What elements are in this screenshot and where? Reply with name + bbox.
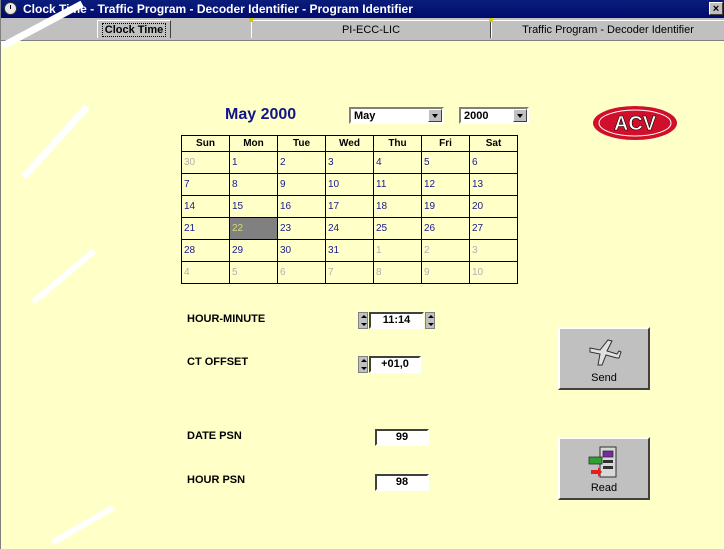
hour-minute-label: HOUR-MINUTE [187,313,266,325]
hour-psn-field[interactable]: 98 [375,474,429,491]
calendar-day[interactable]: 2 [421,239,470,262]
hour-spinner[interactable] [358,312,368,329]
ct-offset-field[interactable]: +01,0 [369,356,421,373]
chevron-down-icon[interactable] [513,109,527,122]
calendar-week-row: 14 15 16 17 18 19 20 [181,195,518,218]
calendar-day[interactable]: 5 [229,261,278,284]
calendar-day[interactable]: 26 [421,217,470,240]
weekday-header: Wed [325,135,374,152]
tab-pi-ecc-lic[interactable]: PI-ECC-LIC [251,20,491,38]
calendar-day[interactable]: 13 [469,173,518,196]
calendar-day[interactable]: 10 [325,173,374,196]
minute-spinner[interactable] [425,312,435,329]
tab-bar: Clock Time PI-ECC-LIC Traffic Program - … [1,18,724,41]
calendar-day[interactable]: 29 [229,239,278,262]
calendar-day[interactable]: 7 [181,173,230,196]
calendar-day[interactable]: 19 [421,195,470,218]
calendar-day[interactable]: 20 [469,195,518,218]
calendar-week-row: 4 5 6 7 8 9 10 [181,261,518,284]
app-window: Clock Time - Traffic Program - Decoder I… [0,0,724,549]
calendar-day[interactable]: 3 [469,239,518,262]
calendar-day[interactable]: 6 [277,261,326,284]
calendar-day[interactable]: 3 [325,151,374,174]
calendar-day[interactable]: 2 [277,151,326,174]
month-select[interactable]: May [349,107,444,124]
title-bar[interactable]: Clock Time - Traffic Program - Decoder I… [1,0,724,18]
calendar-day[interactable]: 4 [373,151,422,174]
calendar-day[interactable]: 1 [373,239,422,262]
calendar-day[interactable]: 16 [277,195,326,218]
calendar-day[interactable]: 8 [229,173,278,196]
calendar-week-row: 30 1 2 3 4 5 6 [181,151,518,174]
calendar-day[interactable]: 25 [373,217,422,240]
tab-traffic-program-label: Traffic Program - Decoder Identifier [522,24,694,36]
weekday-header: Tue [277,135,326,152]
calendar-day[interactable]: 11 [373,173,422,196]
send-button[interactable]: Send [558,327,650,390]
calendar-day[interactable]: 30 [181,151,230,174]
calendar-day[interactable]: 10 [469,261,518,284]
read-button[interactable]: Read [558,437,650,500]
calendar-day[interactable]: 7 [325,261,374,284]
calendar-day[interactable]: 9 [277,173,326,196]
tab-marker [249,18,253,22]
acv-logo: ACV [593,106,677,140]
hour-psn-label: HOUR PSN [187,474,246,486]
calendar-day[interactable]: 23 [277,217,326,240]
weekday-header: Sun [181,135,230,152]
calendar-day[interactable]: 6 [469,151,518,174]
calendar-day[interactable]: 15 [229,195,278,218]
calendar-day[interactable]: 4 [181,261,230,284]
tab-clock-time[interactable]: Clock Time [97,20,171,38]
logo-text: ACV [614,113,657,135]
calendar-day[interactable]: 1 [229,151,278,174]
read-button-label: Read [590,482,618,494]
hour-minute-field[interactable]: 11:14 [369,312,424,329]
chevron-down-icon[interactable] [428,109,442,122]
airplane-icon [589,339,622,366]
tab-pi-ecc-lic-label: PI-ECC-LIC [341,24,401,36]
calendar-month-title: May 2000 [225,106,297,123]
calendar-day[interactable]: 18 [373,195,422,218]
month-select-value: May [354,110,376,122]
calendar-day[interactable]: 14 [181,195,230,218]
calendar-day[interactable]: 5 [421,151,470,174]
weekday-header: Thu [373,135,422,152]
tab-marker [489,18,493,22]
weekday-header: Sat [469,135,518,152]
calendar-week-row: 28 29 30 31 1 2 3 [181,239,518,262]
send-button-label: Send [591,372,617,384]
calendar-week-row: 7 8 9 10 11 12 13 [181,173,518,196]
overlay-streak [21,104,90,180]
calendar-day[interactable]: 28 [181,239,230,262]
weekday-header: Fri [421,135,470,152]
overlay-streak [31,248,97,305]
year-select-value: 2000 [464,110,489,122]
date-psn-field[interactable]: 99 [375,429,429,446]
overlay-streak [51,505,115,546]
close-button[interactable]: × [709,2,723,15]
calendar-day[interactable]: 31 [325,239,374,262]
ct-offset-spinner[interactable] [358,356,368,373]
ct-offset-label: CT OFFSET [187,356,249,368]
tab-clock-time-label: Clock Time [101,23,167,37]
date-psn-label: DATE PSN [187,430,242,442]
calendar-grid: Sun Mon Tue Wed Thu Fri Sat 30 1 2 3 4 5… [181,135,518,284]
calendar-day[interactable]: 17 [325,195,374,218]
weekday-header: Mon [229,135,278,152]
clock-icon [4,2,17,15]
calendar-day-selected[interactable]: 22 [229,217,278,240]
calendar-day[interactable]: 8 [373,261,422,284]
calendar-day[interactable]: 12 [421,173,470,196]
tab-traffic-program[interactable]: Traffic Program - Decoder Identifier [491,20,724,38]
calendar-day[interactable]: 30 [277,239,326,262]
card-reader-icon [588,446,617,478]
calendar-day[interactable]: 9 [421,261,470,284]
calendar-day[interactable]: 24 [325,217,374,240]
calendar-day[interactable]: 21 [181,217,230,240]
weekday-header-row: Sun Mon Tue Wed Thu Fri Sat [181,135,518,152]
year-select[interactable]: 2000 [459,107,529,124]
calendar-week-row: 21 22 23 24 25 26 27 [181,217,518,240]
calendar-day[interactable]: 27 [469,217,518,240]
